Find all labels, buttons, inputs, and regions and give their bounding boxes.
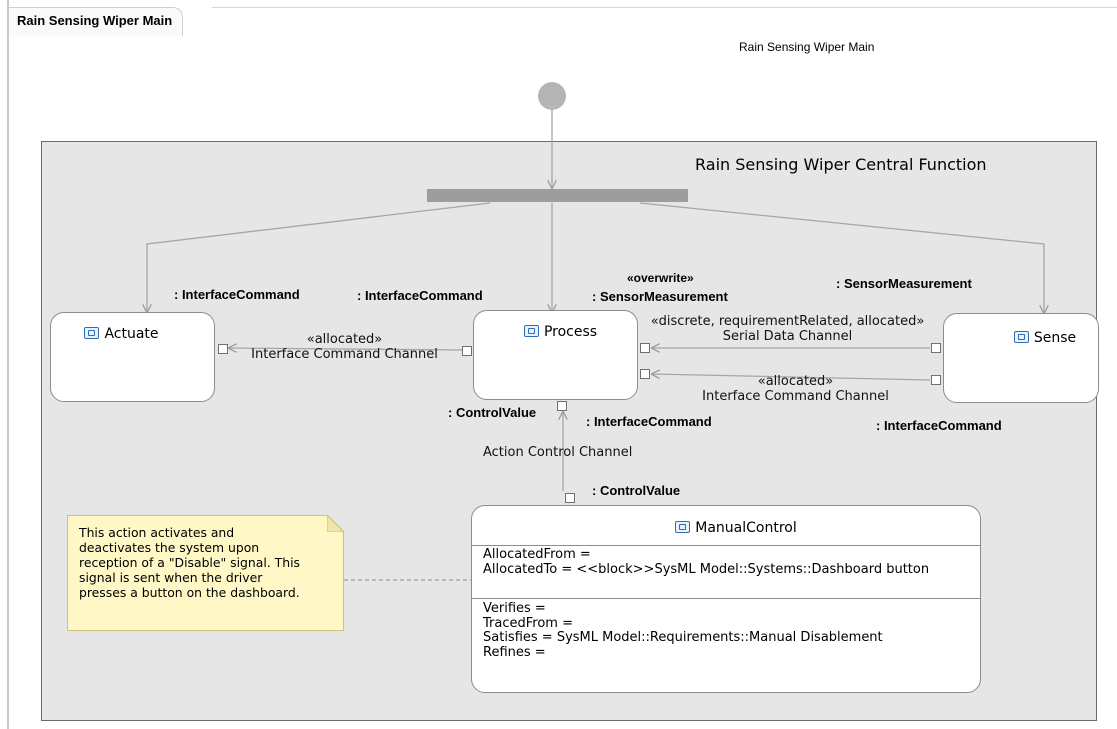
actuate-pin-label: : InterfaceCommand <box>174 287 300 302</box>
manual-control-value-pin[interactable] <box>565 493 575 503</box>
process-action[interactable]: Process <box>473 310 638 400</box>
process-output-command-pin[interactable] <box>462 346 472 356</box>
actuate-title: Actuate <box>51 326 214 342</box>
manual-control-value-label: : ControlValue <box>592 483 681 498</box>
compartment-divider <box>472 545 980 546</box>
call-behavior-action-icon <box>1013 331 1029 343</box>
actuate-action[interactable]: Actuate <box>50 312 215 402</box>
actuate-flow-stereotype: «allocated» <box>306 332 383 347</box>
process-pin-stereotype: «overwrite» <box>627 271 694 285</box>
allocated-to-property: AllocatedTo = <<block>>SysML Model::Syst… <box>483 561 930 577</box>
call-behavior-action-icon <box>675 521 691 533</box>
initial-node[interactable] <box>538 82 566 110</box>
process-command-pin-label: : InterfaceCommand <box>586 414 712 429</box>
refines-property: Refines = <box>483 644 546 660</box>
process-input-command-pin[interactable] <box>640 369 650 379</box>
action-control-flow-label: Action Control Channel <box>483 445 633 460</box>
process-output-pin-label: : InterfaceCommand <box>357 288 483 303</box>
sense-input-command-pin[interactable] <box>931 375 941 385</box>
allocation-compartment: AllocatedFrom = AllocatedTo = <<block>>S… <box>483 547 930 577</box>
serial-flow-label: «discrete, requirementRelated, allocated… <box>636 314 939 344</box>
process-command-flow-name: Interface Command Channel <box>702 389 889 404</box>
actuate-input-pin[interactable] <box>218 344 228 354</box>
compartment-divider <box>472 598 980 599</box>
traced-from-property: TracedFrom = <box>483 615 573 631</box>
verifies-property: Verifies = <box>483 601 546 616</box>
call-behavior-action-icon <box>523 325 539 337</box>
actuate-flow-name: Interface Command Channel <box>251 347 438 362</box>
process-command-flow-label: «allocated» Interface Command Channel <box>693 374 898 404</box>
serial-flow-stereotype: «discrete, requirementRelated, allocated… <box>650 314 925 329</box>
sense-measurement-pin-label: : SensorMeasurement <box>836 276 972 291</box>
process-command-flow-stereotype: «allocated» <box>757 374 834 389</box>
process-control-value-label: : ControlValue <box>448 405 537 420</box>
allocated-from-property: AllocatedFrom = <box>483 547 591 562</box>
process-title: Process <box>474 324 637 340</box>
manual-control-action[interactable]: ManualControl AllocatedFrom = AllocatedT… <box>471 505 981 693</box>
call-behavior-action-icon <box>84 327 100 339</box>
process-measurement-pin-label: : SensorMeasurement <box>592 289 728 304</box>
satisfies-property: Satisfies = SysML Model::Requirements::M… <box>483 630 883 645</box>
sense-title: Sense <box>944 330 1098 346</box>
requirements-compartment: Verifies = TracedFrom = Satisfies = SysM… <box>483 601 883 660</box>
process-control-value-pin[interactable] <box>557 401 567 411</box>
fork-node[interactable] <box>427 189 688 202</box>
sense-action[interactable]: Sense <box>943 313 1099 403</box>
serial-flow-name: Serial Data Channel <box>722 329 853 344</box>
sense-command-pin-label: : InterfaceCommand <box>876 418 1002 433</box>
process-input-measurement-pin[interactable] <box>640 343 650 353</box>
note-text: This action activates and deactivates th… <box>79 525 300 600</box>
sense-output-measurement-pin[interactable] <box>931 343 941 353</box>
actuate-flow-label: «allocated» Interface Command Channel <box>242 332 447 362</box>
manual-control-title: ManualControl <box>472 520 980 536</box>
